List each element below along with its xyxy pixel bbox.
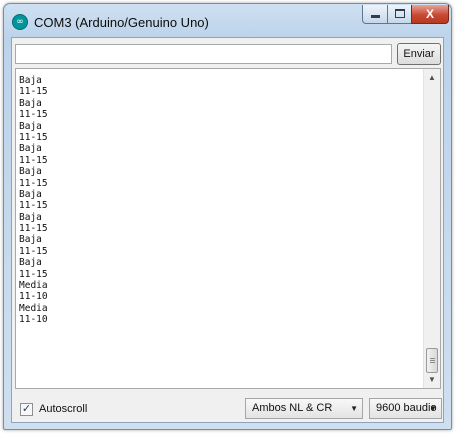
serial-output-line: Baja bbox=[19, 143, 42, 155]
serial-output[interactable]: Baja 11-15 Baja 11-15 Baja 11-15 Baja 11-15 Baja… bbox=[15, 68, 441, 389]
serial-output-line: 11-15 bbox=[19, 131, 48, 143]
title-bar[interactable]: ∞ COM3 (Arduino/Genuino Uno) X bbox=[4, 4, 451, 36]
maximize-icon bbox=[394, 9, 405, 18]
serial-output-line: 11-15 bbox=[19, 86, 48, 98]
serial-output-line: 11-15 bbox=[19, 154, 48, 166]
close-icon: X bbox=[425, 7, 434, 21]
arduino-logo-icon: ∞ bbox=[12, 14, 28, 30]
serial-output-line: Baja bbox=[19, 211, 42, 223]
serial-output-line: Baja bbox=[19, 234, 42, 246]
grip-line bbox=[430, 358, 435, 359]
serial-output-line: 11-15 bbox=[19, 109, 48, 121]
serial-output-line: Baja bbox=[19, 188, 42, 200]
line-ending-select[interactable]: Ambos NL & CR ▼ bbox=[245, 398, 363, 419]
grip-line bbox=[430, 360, 435, 361]
serial-output-line: 11-15 bbox=[19, 245, 48, 257]
serial-output-line: Baja bbox=[19, 75, 42, 86]
serial-output-line: 11-15 bbox=[19, 177, 48, 189]
line-ending-value: Ambos NL & CR bbox=[252, 402, 333, 414]
serial-monitor-window: ∞ COM3 (Arduino/Genuino Uno) X Enviar Ba… bbox=[3, 3, 452, 430]
chevron-down-icon: ▼ bbox=[429, 404, 437, 413]
vertical-scrollbar[interactable]: ▲ ▼ bbox=[423, 69, 440, 388]
client-area: Enviar Baja 11-15 Baja 11-15 Baja 11-15 Baja 11… bbox=[11, 37, 444, 423]
scroll-down-icon[interactable]: ▼ bbox=[424, 371, 440, 388]
serial-output-line: Baja bbox=[19, 120, 42, 132]
chevron-down-icon: ▼ bbox=[350, 404, 358, 413]
serial-output-line: 11-10 bbox=[19, 291, 48, 303]
minimize-icon bbox=[370, 15, 380, 18]
minimize-button[interactable] bbox=[362, 5, 388, 24]
maximize-button[interactable] bbox=[387, 5, 412, 24]
send-button[interactable]: Enviar bbox=[397, 43, 441, 65]
scroll-up-icon[interactable]: ▲ bbox=[424, 69, 440, 86]
autoscroll-label: Autoscroll bbox=[39, 403, 88, 415]
close-button[interactable]: X bbox=[411, 5, 449, 24]
send-input[interactable] bbox=[15, 44, 392, 64]
baud-rate-value: 9600 baudio bbox=[376, 402, 437, 414]
serial-output-line: 11-15 bbox=[19, 268, 48, 280]
serial-output-line: 11-15 bbox=[19, 223, 48, 235]
baud-rate-select[interactable]: 9600 baudio ▼ bbox=[369, 398, 442, 419]
serial-output-text: Baja 11-15 Baja 11-15 Baja 11-15 Baja 11-15 Baja… bbox=[19, 75, 419, 326]
serial-output-line: Baja bbox=[19, 97, 42, 109]
bottom-toolbar: ✓ Autoscroll Ambos NL & CR ▼ 9600 baudio… bbox=[12, 394, 443, 422]
grip-line bbox=[430, 362, 435, 363]
serial-output-line: Media bbox=[19, 280, 48, 292]
autoscroll-checkbox[interactable]: ✓ bbox=[20, 403, 33, 416]
serial-output-line: Baja bbox=[19, 257, 42, 269]
serial-output-line: Media bbox=[19, 302, 48, 314]
serial-output-line: 11-15 bbox=[19, 200, 48, 212]
scroll-thumb[interactable] bbox=[426, 348, 438, 373]
window-title: COM3 (Arduino/Genuino Uno) bbox=[34, 15, 209, 30]
serial-output-line: Baja bbox=[19, 166, 42, 178]
serial-output-line: 11-10 bbox=[19, 314, 48, 326]
